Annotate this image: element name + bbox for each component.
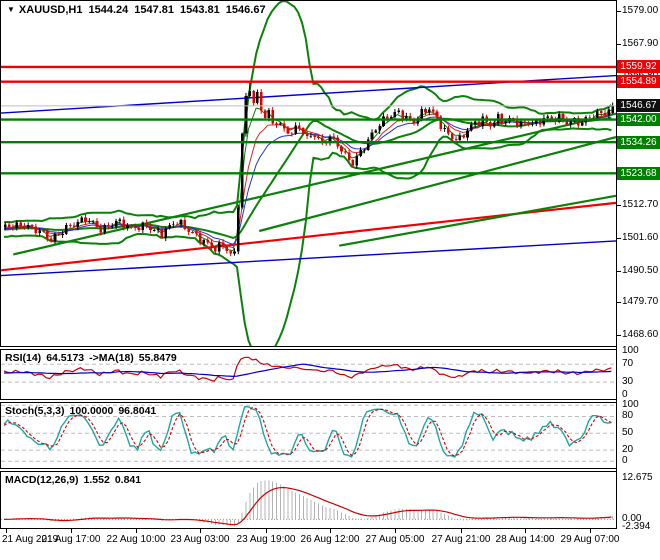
price-tick-mark <box>617 271 621 272</box>
stochastic-scale-label: 80 <box>622 410 634 421</box>
rsi-value: 64.5173 <box>46 352 85 364</box>
resistance-price-badge: 1554.89 <box>617 75 660 88</box>
macd-scale-label: -2.394 <box>622 521 651 532</box>
macd-indicator-pane[interactable]: MACD(12,26,9) 1.552 0.841 <box>0 471 617 529</box>
price-tick-label: 1567.90 <box>622 38 659 49</box>
time-tick-mark <box>6 529 7 533</box>
time-tick-mark <box>461 529 462 533</box>
time-tick-mark <box>525 529 526 533</box>
rsi-ma-value: 55.8479 <box>138 352 177 364</box>
time-tick-mark <box>590 529 591 533</box>
symbol-dropdown-icon[interactable]: ▼ <box>7 5 15 14</box>
rsi-scale-label: 30 <box>622 376 634 387</box>
macd-histogram <box>4 480 614 527</box>
ohlc-close: 1546.67 <box>225 4 266 16</box>
symbol-period-label: XAUUSD,H1 <box>18 4 83 16</box>
trading-chart-window: ▼ XAUUSD,H1 1544.24 1547.81 1543.81 1546.67 R… <box>0 0 660 560</box>
price-tick-mark <box>617 11 621 12</box>
time-axis[interactable]: 21 Aug 2019 21 Aug 17:00 22 Aug 10:00 23 Au… <box>0 529 620 560</box>
support-price-badge: 1542.00 <box>617 113 660 126</box>
support-price-badge: 1523.68 <box>617 167 660 180</box>
ohlc-high: 1547.81 <box>134 4 175 16</box>
time-tick-label: 26 Aug 12:00 <box>300 534 360 545</box>
rsi-scale-label: 70 <box>622 358 634 369</box>
macd-label: MACD(12,26,9) <box>5 474 79 486</box>
price-tick-mark <box>617 302 621 303</box>
price-tick-mark <box>617 44 621 45</box>
horizontal-levels <box>1 65 616 175</box>
macd-title: MACD(12,26,9) 1.552 0.841 <box>5 474 146 486</box>
price-axis[interactable]: 1579.001567.901556.801545.701534.601523.… <box>617 0 660 560</box>
price-tick-label: 1579.00 <box>622 5 659 16</box>
stochastic-scale-label: 50 <box>622 427 634 438</box>
time-tick-mark <box>200 529 201 533</box>
stoch-signal-value: 96.8041 <box>118 405 157 417</box>
main-price-pane[interactable]: ▼ XAUUSD,H1 1544.24 1547.81 1543.81 1546.67 <box>0 0 617 347</box>
price-tick-label: 1501.60 <box>622 232 659 243</box>
macd-scale-label: 12.675 <box>622 472 653 483</box>
rsi-ma-line <box>4 363 612 378</box>
price-tick-mark <box>617 205 621 206</box>
time-tick-mark <box>71 529 72 533</box>
price-tick-mark <box>617 238 621 239</box>
time-tick-mark <box>330 529 331 533</box>
fast-moving-averages <box>3 107 612 252</box>
stoch-value: 100.0000 <box>69 405 114 417</box>
time-tick-label: 21 Aug 17:00 <box>41 534 101 545</box>
rsi-ma-label: ->MA(18) <box>89 352 134 364</box>
current-price-badge: 1546.67 <box>617 99 660 112</box>
time-tick-label: 22 Aug 10:00 <box>106 534 166 545</box>
rsi-label: RSI(14) <box>5 352 42 364</box>
time-tick-label: 23 Aug 03:00 <box>170 534 230 545</box>
rsi-scale-label: 100 <box>622 345 639 356</box>
price-tick-label: 1490.50 <box>622 265 659 276</box>
main-chart-canvas[interactable] <box>1 1 616 346</box>
ohlc-low: 1543.81 <box>180 4 220 16</box>
price-tick-label: 1512.70 <box>622 199 659 210</box>
time-tick-mark <box>395 529 396 533</box>
price-tick-label: 1468.60 <box>622 329 659 340</box>
rsi-title: RSI(14) 64.5173 ->MA(18) 55.8479 <box>5 352 182 364</box>
chart-header: ▼ XAUUSD,H1 1544.24 1547.81 1543.81 1546.67 <box>7 4 272 16</box>
time-tick-label: 28 Aug 14:00 <box>495 534 555 545</box>
time-tick-label: 23 Aug 19:00 <box>236 534 296 545</box>
support-price-badge: 1534.26 <box>617 136 660 149</box>
rsi-indicator-pane[interactable]: RSI(14) 64.5173 ->MA(18) 55.8479 <box>0 349 617 400</box>
resistance-price-badge: 1559.92 <box>617 60 660 73</box>
price-tick-label: 1479.70 <box>622 296 659 307</box>
time-tick-mark <box>136 529 137 533</box>
macd-value: 1.552 <box>83 474 110 486</box>
time-tick-mark <box>266 529 267 533</box>
stochastic-title: Stoch(5,3,3) 100.0000 96.8041 <box>5 405 161 417</box>
price-tick-mark <box>617 335 621 336</box>
stoch-label: Stoch(5,3,3) <box>5 405 65 417</box>
time-tick-label: 27 Aug 05:00 <box>365 534 425 545</box>
lower-blue-trendline <box>1 240 616 277</box>
time-tick-label: 29 Aug 07:00 <box>560 534 620 545</box>
ohlc-open: 1544.24 <box>88 4 129 16</box>
time-tick-label: 27 Aug 21:00 <box>431 534 491 545</box>
stochastic-indicator-pane[interactable]: Stoch(5,3,3) 100.0000 96.8041 <box>0 402 617 469</box>
green-trendline-3 <box>339 194 616 247</box>
macd-signal-value: 0.841 <box>114 474 142 486</box>
stochastic-scale-label: 0 <box>622 455 628 466</box>
